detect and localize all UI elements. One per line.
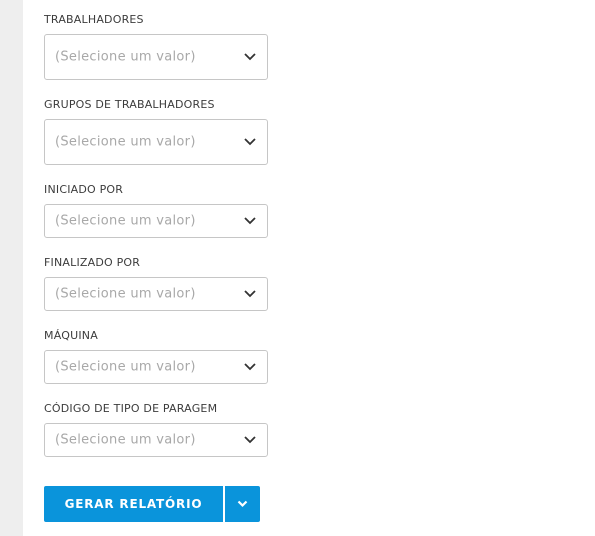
generate-report-button[interactable]: GERAR RELATÓRIO: [44, 486, 223, 522]
stop-type-code-select[interactable]: (Selecione um valor): [44, 423, 268, 457]
machine-placeholder: (Selecione um valor): [55, 359, 196, 375]
chevron-down-icon: [244, 436, 256, 444]
stop-type-code-label: CÓDIGO DE TIPO DE PARAGEM: [44, 402, 218, 415]
workers-placeholder: (Selecione um valor): [55, 49, 196, 65]
chevron-down-icon: [244, 290, 256, 298]
started-by-select[interactable]: (Selecione um valor): [44, 204, 268, 238]
finished-by-select[interactable]: (Selecione um valor): [44, 277, 268, 311]
stop-type-code-placeholder: (Selecione um valor): [55, 432, 196, 448]
workers-label: TRABALHADORES: [44, 13, 144, 26]
started-by-placeholder: (Selecione um valor): [55, 213, 196, 229]
worker-groups-select[interactable]: (Selecione um valor): [44, 119, 268, 165]
workers-select[interactable]: (Selecione um valor): [44, 34, 268, 80]
generate-report-options-button[interactable]: [225, 486, 260, 522]
chevron-down-icon: [244, 138, 256, 146]
chevron-down-icon: [237, 500, 248, 508]
machine-select[interactable]: (Selecione um valor): [44, 350, 268, 384]
chevron-down-icon: [244, 363, 256, 371]
report-filters-panel: TRABALHADORES (Selecione um valor) GRUPO…: [23, 0, 595, 536]
machine-label: MÁQUINA: [44, 329, 98, 342]
finished-by-label: FINALIZADO POR: [44, 256, 141, 269]
worker-groups-label: GRUPOS DE TRABALHADORES: [44, 98, 215, 111]
chevron-down-icon: [244, 217, 256, 225]
finished-by-placeholder: (Selecione um valor): [55, 286, 196, 302]
worker-groups-placeholder: (Selecione um valor): [55, 134, 196, 150]
started-by-label: INICIADO POR: [44, 183, 124, 196]
chevron-down-icon: [244, 53, 256, 61]
